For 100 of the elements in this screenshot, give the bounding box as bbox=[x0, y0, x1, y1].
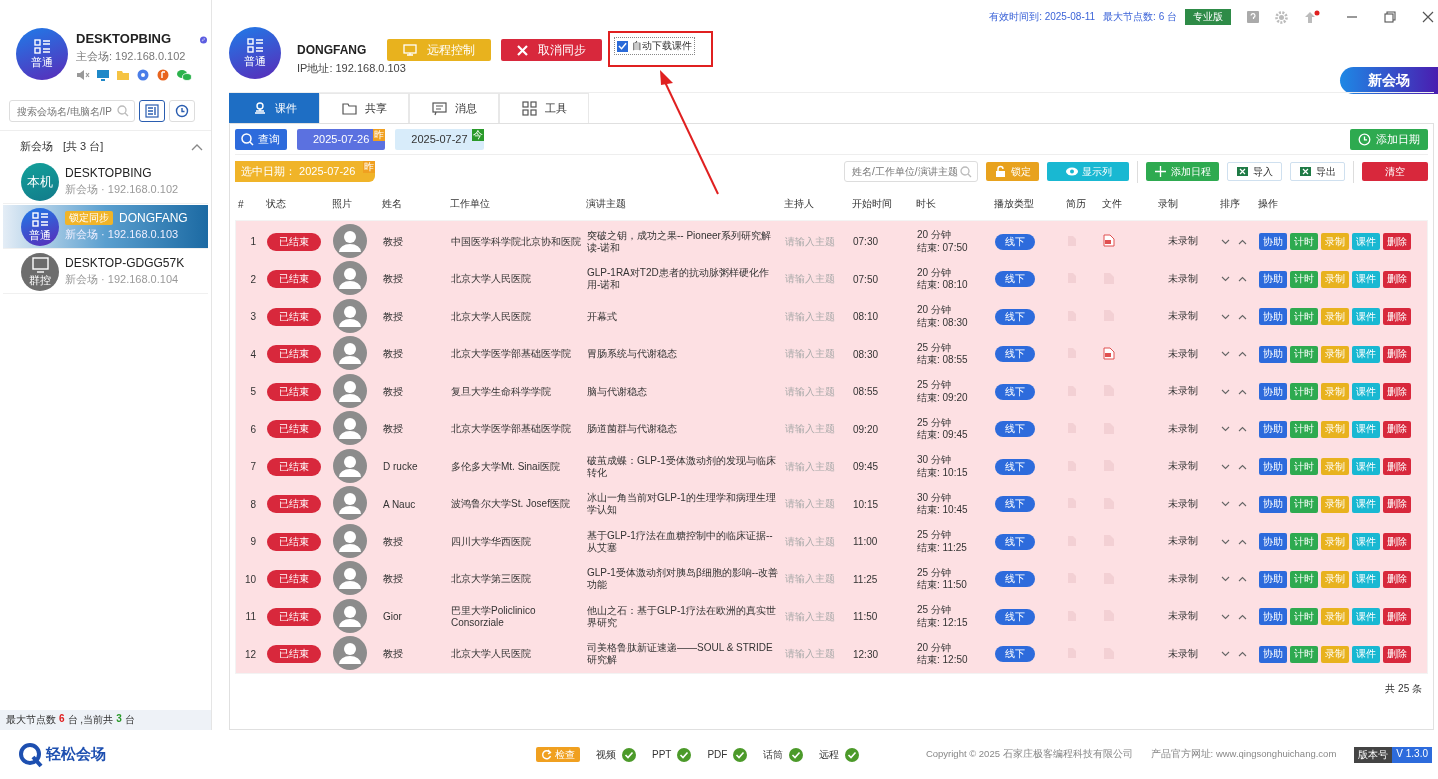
timer-button[interactable]: 计时 bbox=[1290, 495, 1318, 513]
auto-download-checkbox[interactable]: 自动下载课件 bbox=[614, 37, 695, 55]
query-button[interactable]: 查询 bbox=[235, 128, 287, 150]
record-button[interactable]: 录制 bbox=[1321, 270, 1349, 288]
move-up-icon[interactable] bbox=[1238, 463, 1247, 470]
move-up-icon[interactable] bbox=[1238, 238, 1247, 245]
browser-icon[interactable] bbox=[136, 69, 150, 81]
move-up-icon[interactable] bbox=[1238, 388, 1247, 395]
courseware-button[interactable]: 课件 bbox=[1352, 645, 1380, 663]
move-down-icon[interactable] bbox=[1221, 576, 1230, 583]
host-field[interactable]: 请输入主题 bbox=[782, 497, 850, 512]
host-field[interactable]: 请输入主题 bbox=[782, 534, 850, 549]
courseware-button[interactable]: 课件 bbox=[1352, 233, 1380, 251]
timer-button[interactable]: 计时 bbox=[1290, 345, 1318, 363]
monitor-icon[interactable] bbox=[96, 69, 110, 81]
assist-button[interactable]: 协助 bbox=[1259, 495, 1287, 513]
delete-button[interactable]: 删除 bbox=[1383, 645, 1411, 663]
search-field[interactable]: 搜索会场名/电脑名/IP bbox=[9, 100, 135, 122]
timer-button[interactable]: 计时 bbox=[1290, 458, 1318, 476]
tab[interactable]: 共享 bbox=[319, 93, 409, 123]
speaker-muted-icon[interactable] bbox=[76, 69, 90, 81]
add-date-button[interactable]: 添加日期 bbox=[1350, 128, 1428, 150]
move-down-icon[interactable] bbox=[1221, 388, 1230, 395]
record-button[interactable]: 录制 bbox=[1321, 533, 1349, 551]
clear-button[interactable]: 清空 bbox=[1362, 162, 1428, 181]
cancel-sync-button[interactable]: 取消同步 bbox=[501, 39, 602, 61]
lock-button[interactable]: 锁定 bbox=[986, 162, 1039, 181]
record-button[interactable]: 录制 bbox=[1321, 570, 1349, 588]
host-field[interactable]: 请输入主题 bbox=[782, 647, 850, 662]
timer-button[interactable]: 计时 bbox=[1290, 420, 1318, 438]
assist-button[interactable]: 协助 bbox=[1259, 458, 1287, 476]
host-field[interactable]: 请输入主题 bbox=[782, 422, 850, 437]
assist-button[interactable]: 协助 bbox=[1259, 383, 1287, 401]
delete-button[interactable]: 删除 bbox=[1383, 270, 1411, 288]
record-button[interactable]: 录制 bbox=[1321, 233, 1349, 251]
host-field[interactable]: 请输入主题 bbox=[782, 234, 850, 249]
tab[interactable]: 工具 bbox=[499, 93, 589, 123]
add-schedule-button[interactable]: 添加日程 bbox=[1146, 162, 1219, 181]
host-field[interactable]: 请输入主题 bbox=[782, 384, 850, 399]
timer-button[interactable]: 计时 bbox=[1290, 608, 1318, 626]
assist-button[interactable]: 协助 bbox=[1259, 533, 1287, 551]
courseware-button[interactable]: 课件 bbox=[1352, 308, 1380, 326]
delete-button[interactable]: 删除 bbox=[1383, 308, 1411, 326]
search-field[interactable]: 姓名/工作单位/演讲主题 bbox=[844, 161, 978, 182]
list-view-button[interactable] bbox=[139, 100, 165, 122]
courseware-button[interactable]: 课件 bbox=[1352, 345, 1380, 363]
assist-button[interactable]: 协助 bbox=[1259, 270, 1287, 288]
delete-button[interactable]: 删除 bbox=[1383, 495, 1411, 513]
check-button[interactable]: 检查 bbox=[536, 747, 580, 762]
move-down-icon[interactable] bbox=[1221, 538, 1230, 545]
date-tab[interactable]: 2025-07-27 今 bbox=[395, 128, 484, 150]
restore-icon[interactable] bbox=[1384, 11, 1396, 23]
move-down-icon[interactable] bbox=[1221, 238, 1230, 245]
host-field[interactable]: 请输入主题 bbox=[782, 309, 850, 324]
move-up-icon[interactable] bbox=[1238, 651, 1247, 658]
move-down-icon[interactable] bbox=[1221, 276, 1230, 283]
delete-button[interactable]: 删除 bbox=[1383, 420, 1411, 438]
checkbox[interactable] bbox=[617, 40, 628, 52]
record-button[interactable]: 录制 bbox=[1321, 645, 1349, 663]
record-button[interactable]: 录制 bbox=[1321, 608, 1349, 626]
move-down-icon[interactable] bbox=[1221, 501, 1230, 508]
timer-button[interactable]: 计时 bbox=[1290, 533, 1318, 551]
assist-button[interactable]: 协助 bbox=[1259, 608, 1287, 626]
record-button[interactable]: 录制 bbox=[1321, 458, 1349, 476]
remote-control-button[interactable]: 远程控制 bbox=[387, 39, 491, 61]
move-down-icon[interactable] bbox=[1221, 651, 1230, 658]
music-icon[interactable] bbox=[156, 69, 170, 81]
delete-button[interactable]: 删除 bbox=[1383, 233, 1411, 251]
delete-button[interactable]: 删除 bbox=[1383, 533, 1411, 551]
host-field[interactable]: 请输入主题 bbox=[782, 272, 850, 287]
tab[interactable]: 消息 bbox=[409, 93, 499, 123]
device-item[interactable]: 群控 DESKTOP-GDGG57K 新会场 · 192.168.0.104 bbox=[3, 250, 208, 294]
timer-button[interactable]: 计时 bbox=[1290, 233, 1318, 251]
tab[interactable]: 课件 bbox=[229, 93, 319, 123]
new-venue-button[interactable]: 新会场 bbox=[1340, 67, 1438, 94]
move-up-icon[interactable] bbox=[1238, 313, 1247, 320]
record-button[interactable]: 录制 bbox=[1321, 420, 1349, 438]
show-columns-button[interactable]: 显示列 bbox=[1047, 162, 1129, 181]
record-button[interactable]: 录制 bbox=[1321, 345, 1349, 363]
record-button[interactable]: 录制 bbox=[1321, 383, 1349, 401]
move-down-icon[interactable] bbox=[1221, 463, 1230, 470]
device-item[interactable]: 普通 锁定同步 DONGFANG 新会场 · 192.168.0.103 bbox=[3, 205, 208, 249]
move-up-icon[interactable] bbox=[1238, 613, 1247, 620]
close-icon[interactable] bbox=[1422, 11, 1434, 23]
assist-button[interactable]: 协助 bbox=[1259, 308, 1287, 326]
timer-button[interactable]: 计时 bbox=[1290, 308, 1318, 326]
move-up-icon[interactable] bbox=[1238, 276, 1247, 283]
host-field[interactable]: 请输入主题 bbox=[782, 459, 850, 474]
move-up-icon[interactable] bbox=[1238, 538, 1247, 545]
delete-button[interactable]: 删除 bbox=[1383, 458, 1411, 476]
history-button[interactable] bbox=[169, 100, 195, 122]
record-button[interactable]: 录制 bbox=[1321, 495, 1349, 513]
assist-button[interactable]: 协助 bbox=[1259, 420, 1287, 438]
export-button[interactable]: 导出 bbox=[1290, 162, 1345, 181]
timer-button[interactable]: 计时 bbox=[1290, 270, 1318, 288]
move-up-icon[interactable] bbox=[1238, 426, 1247, 433]
import-button[interactable]: 导入 bbox=[1227, 162, 1282, 181]
courseware-button[interactable]: 课件 bbox=[1352, 570, 1380, 588]
courseware-button[interactable]: 课件 bbox=[1352, 608, 1380, 626]
courseware-button[interactable]: 课件 bbox=[1352, 420, 1380, 438]
